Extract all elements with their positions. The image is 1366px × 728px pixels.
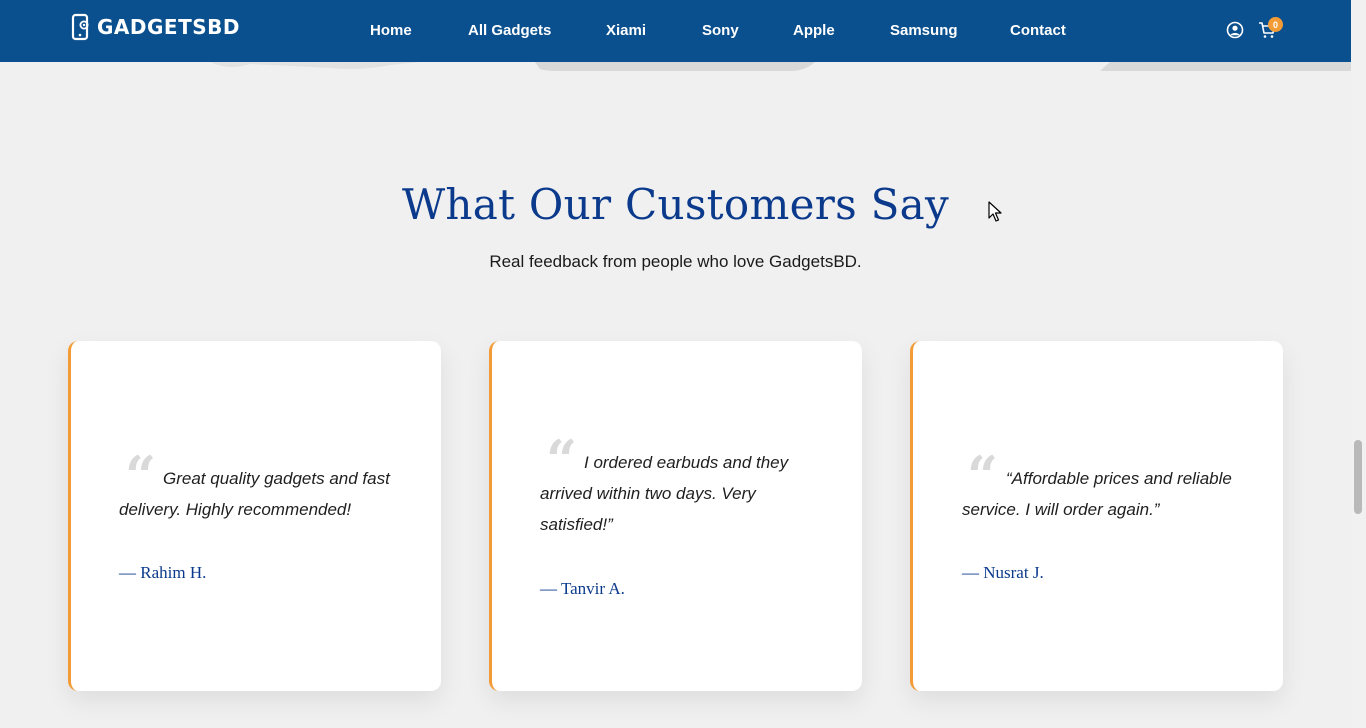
cart-count-badge: 0 [1268,17,1283,32]
nav-all-gadgets[interactable]: All Gadgets [468,22,551,39]
nav-apple[interactable]: Apple [793,22,835,39]
scrollbar-thumb[interactable] [1354,440,1362,514]
hero-bottom-decoration [210,62,1351,71]
nav-sony[interactable]: Sony [702,22,739,39]
page-scrollbar[interactable] [1351,0,1366,728]
section-title: What Our Customers Say [401,180,950,229]
testimonial-card: “ Great quality gadgets and fast deliver… [68,341,441,691]
main-nav: Home All Gadgets Xiami Sony Apple Samsun… [0,0,1351,62]
site-header: GADGETSBD Home All Gadgets Xiami Sony Ap… [0,0,1351,62]
user-icon[interactable] [1226,21,1244,39]
nav-xiami[interactable]: Xiami [606,22,646,39]
testimonial-quote: I ordered earbuds and they arrived withi… [540,453,789,534]
testimonial-quote: “Affordable prices and reliable service.… [962,469,1232,519]
nav-home[interactable]: Home [370,22,412,39]
testimonial-card: “ “Affordable prices and reliable servic… [910,341,1283,691]
testimonial-card: “ I ordered earbuds and they arrived wit… [489,341,862,691]
nav-samsung[interactable]: Samsung [890,22,958,39]
testimonial-author: — Tanvir A. [540,579,625,598]
section-subtitle: Real feedback from people who love Gadge… [489,252,862,271]
testimonial-author: — Rahim H. [119,563,207,582]
mouse-cursor-icon [988,201,1002,222]
testimonial-author: — Nusrat J. [962,563,1044,582]
nav-contact[interactable]: Contact [1010,22,1066,39]
testimonial-quote: Great quality gadgets and fast delivery.… [119,469,390,519]
